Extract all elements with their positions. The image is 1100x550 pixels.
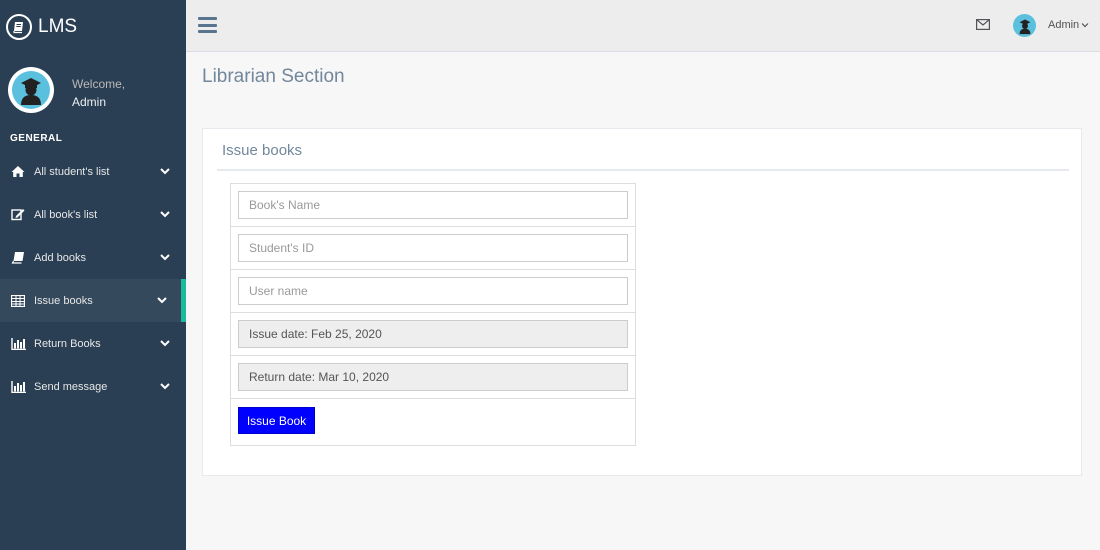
- user-menu-name[interactable]: Admin: [1048, 19, 1079, 31]
- book-icon: [6, 14, 32, 40]
- form-row: [231, 356, 635, 399]
- chevron-down-icon: [160, 340, 170, 347]
- welcome-text: Welcome,: [72, 77, 126, 91]
- sidebar-item-label: All book's list: [34, 208, 98, 221]
- table-icon: [10, 293, 26, 309]
- student-id-input[interactable]: [238, 234, 628, 262]
- sidebar-item-label: Issue books: [34, 294, 93, 307]
- brand[interactable]: LMS: [6, 12, 77, 42]
- sidebar-menu: All student's list All book's list Add b…: [0, 150, 186, 408]
- chevron-down-icon: [160, 211, 170, 218]
- user-icon: [1019, 19, 1030, 34]
- profile-name: Admin: [72, 95, 107, 109]
- form-row: [231, 270, 635, 313]
- sidebar-item-label: All student's list: [34, 165, 110, 178]
- return-date-field[interactable]: [238, 363, 628, 391]
- edit-icon: [10, 207, 26, 223]
- form-row: Issue Book: [231, 399, 635, 445]
- issue-form: Issue Book: [230, 183, 636, 446]
- chevron-down-icon: [160, 168, 170, 175]
- book-icon: [10, 250, 26, 266]
- sidebar-item-all-books[interactable]: All book's list: [0, 193, 186, 236]
- sidebar-item-issue-books[interactable]: Issue books: [0, 279, 186, 322]
- issue-books-panel: Issue books Issue Book: [202, 128, 1082, 476]
- avatar: [8, 67, 54, 113]
- divider: [217, 169, 1069, 171]
- chevron-down-icon[interactable]: [1081, 21, 1089, 29]
- bar-chart-icon: [10, 336, 26, 352]
- chevron-down-icon: [157, 297, 167, 304]
- sidebar: LMS Welcome, Admin GENERAL All student's…: [0, 0, 186, 550]
- hamburger-icon[interactable]: [198, 17, 217, 33]
- chevron-down-icon: [160, 254, 170, 261]
- sidebar-item-label: Add books: [34, 251, 86, 264]
- bar-chart-icon: [10, 379, 26, 395]
- issue-book-button[interactable]: Issue Book: [238, 407, 315, 434]
- chevron-down-icon: [160, 383, 170, 390]
- form-row: [231, 313, 635, 356]
- sidebar-item-label: Return Books: [34, 337, 101, 350]
- sidebar-item-add-books[interactable]: Add books: [0, 236, 186, 279]
- panel-title: Issue books: [222, 142, 303, 159]
- menu-section-title: GENERAL: [10, 133, 63, 144]
- graduate-icon: [21, 78, 41, 105]
- brand-name: LMS: [38, 16, 78, 37]
- sidebar-item-label: Send message: [34, 380, 108, 393]
- form-row: [231, 184, 635, 227]
- page-title: Librarian Section: [202, 66, 345, 87]
- book-name-input[interactable]: [238, 191, 628, 219]
- sidebar-item-return-books[interactable]: Return Books: [0, 322, 186, 365]
- avatar[interactable]: [1013, 14, 1036, 37]
- form-row: [231, 227, 635, 270]
- envelope-icon[interactable]: [976, 19, 990, 30]
- sidebar-item-all-students[interactable]: All student's list: [0, 150, 186, 193]
- home-icon: [10, 164, 26, 180]
- issue-date-field[interactable]: [238, 320, 628, 348]
- profile: Welcome, Admin: [8, 67, 178, 115]
- top-navbar: Admin: [186, 0, 1100, 52]
- sidebar-item-send-message[interactable]: Send message: [0, 365, 186, 408]
- user-name-input[interactable]: [238, 277, 628, 305]
